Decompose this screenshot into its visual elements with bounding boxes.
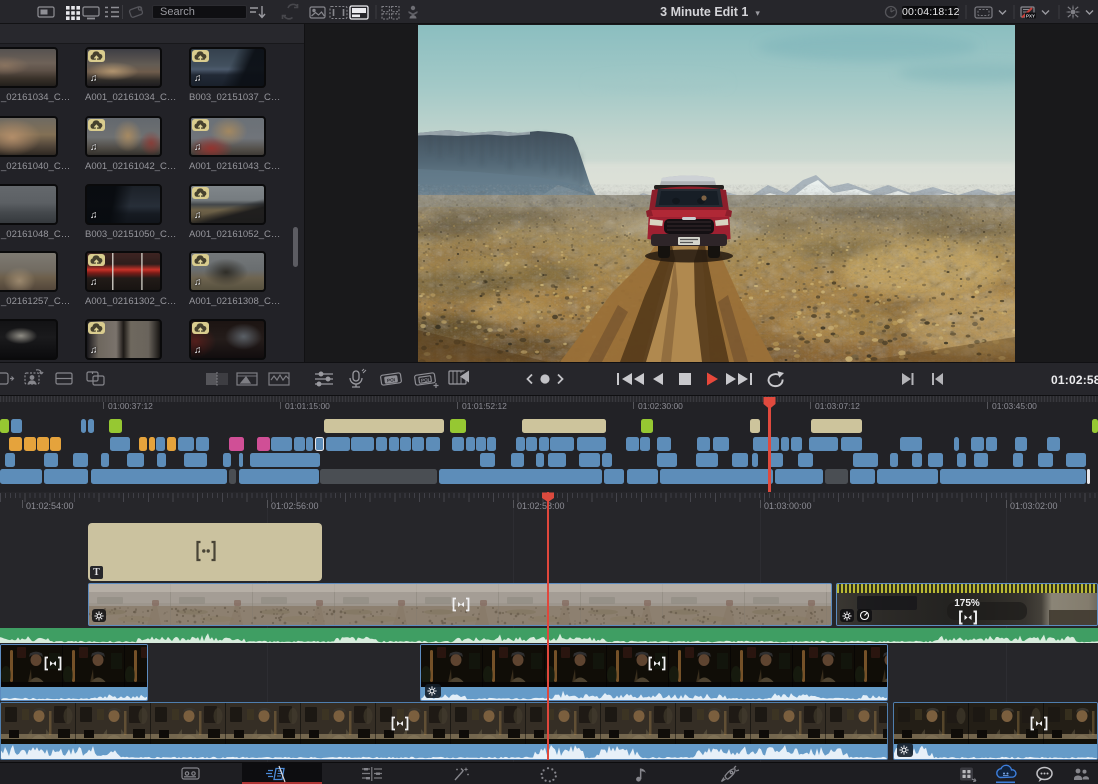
- svg-text:PXY: PXY: [1026, 13, 1035, 18]
